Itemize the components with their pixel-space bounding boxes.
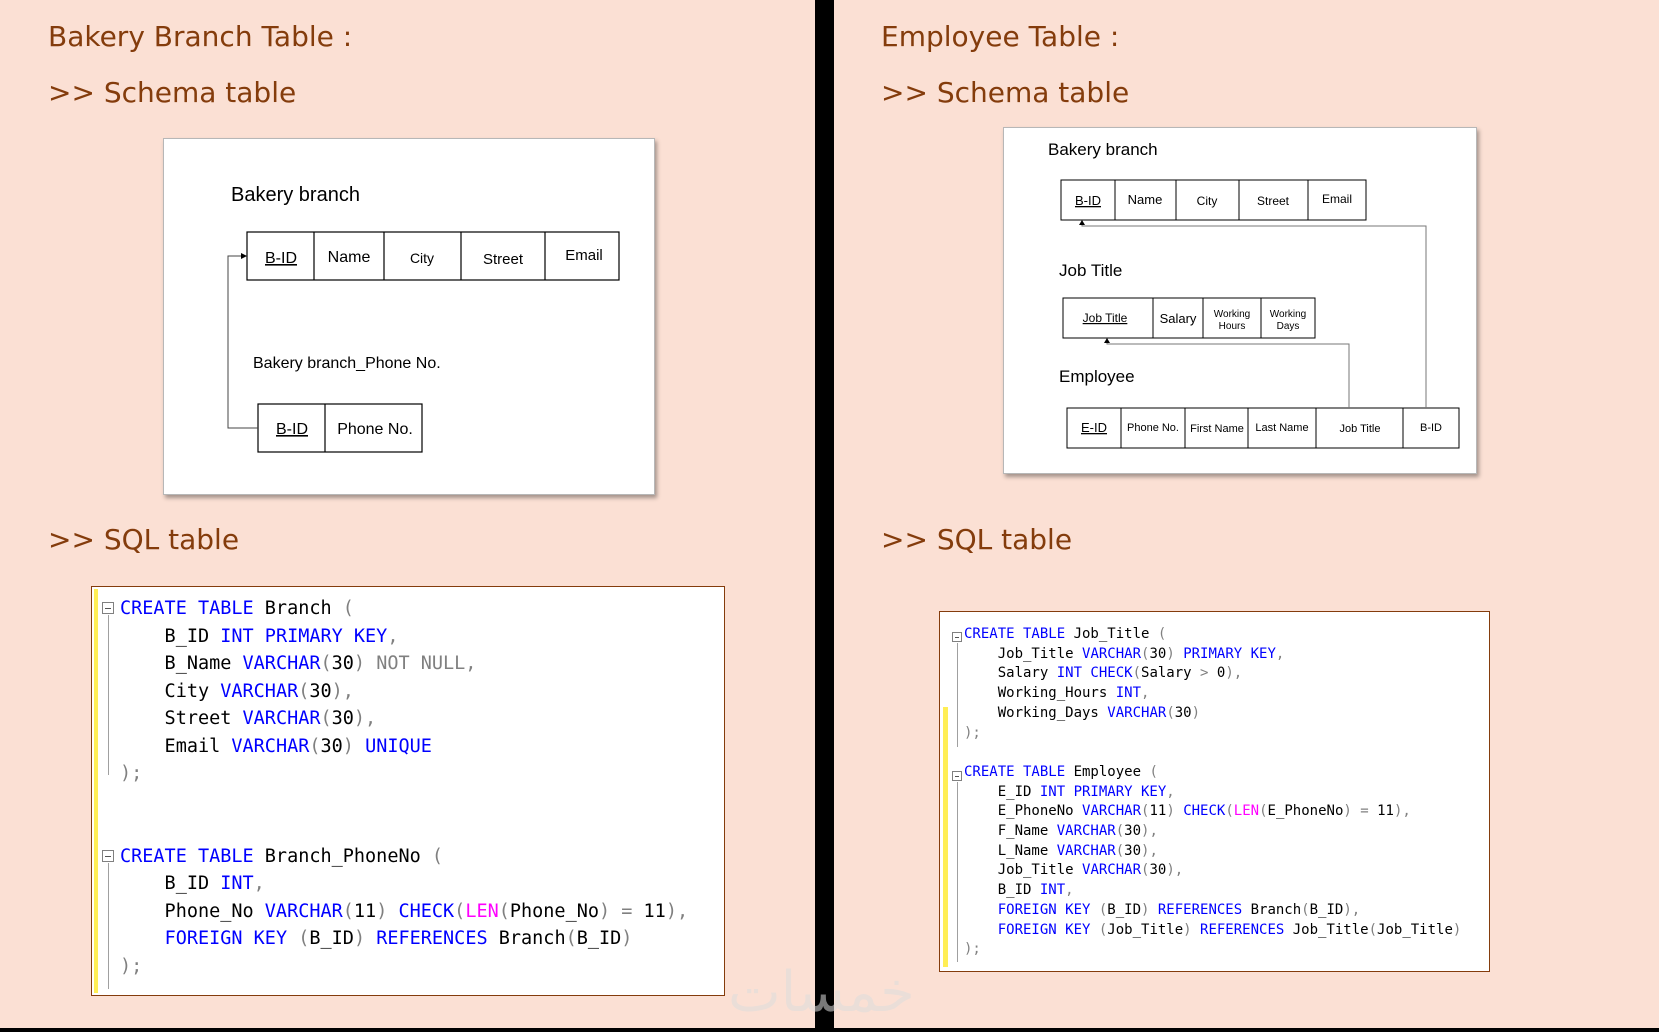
code-line: FOREIGN KEY (B_ID) REFERENCES Branch(B_I…	[164, 928, 633, 949]
right-panel: Employee Table : >> Schema table Bakery …	[834, 0, 1659, 1028]
code-line: Job_Title VARCHAR(30) PRIMARY KEY,	[964, 645, 1285, 662]
code-line: City VARCHAR(30),	[120, 680, 354, 702]
schema-col: Phone No.	[1127, 422, 1179, 434]
schema-col: B-ID	[265, 250, 297, 267]
code-line: Phone_No VARCHAR(11) CHECK(LEN(Phone_No)…	[120, 900, 689, 922]
employee-schema-diagram: Bakery branch B-ID Name City Street Emai…	[1003, 127, 1477, 474]
fk-arrow	[1106, 341, 1350, 408]
code-line: Working_Days VARCHAR(30)	[964, 704, 1201, 721]
left-schema-heading: >> Schema table	[48, 76, 297, 109]
code-line: );	[120, 763, 143, 784]
code-line: Email VARCHAR(30) UNIQUE	[120, 735, 432, 757]
code-line: CREATE TABLE Branch (	[120, 598, 354, 619]
code-line: CREATE TABLE Employee (	[964, 763, 1158, 780]
code-line: FOREIGN KEY (Job_Title) REFERENCES Job_T…	[997, 921, 1462, 938]
left-sql-heading: >> SQL table	[48, 523, 240, 556]
right-title: Employee Table :	[881, 20, 1120, 53]
schema-table1-name: Bakery branch	[1048, 140, 1158, 159]
schema-col: First Name	[1190, 423, 1244, 435]
schema-col: Street	[1257, 194, 1290, 208]
sql-code-text: CREATE TABLE Branch ( B_ID INT PRIMARY K…	[120, 595, 688, 980]
sql-code-text: CREATE TABLE Job_Title ( Job_Title VARCH…	[964, 625, 1461, 960]
schema-col: Salary	[1160, 311, 1197, 326]
schema-col: Name	[328, 249, 371, 266]
code-line: );	[964, 724, 981, 741]
schema-col: City	[410, 250, 434, 266]
right-schema-heading: >> Schema table	[881, 76, 1130, 109]
fk-arrow	[227, 255, 258, 429]
watermark-logo: خمسات	[728, 960, 915, 1025]
schema-col: Email	[565, 247, 603, 264]
schema-col: Job Title	[1340, 423, 1381, 435]
code-line: B_ID INT,	[964, 882, 1074, 899]
right-sql-heading: >> SQL table	[881, 523, 1073, 556]
code-line: E_ID INT PRIMARY KEY,	[964, 783, 1175, 800]
schema-col: Last Name	[1255, 422, 1308, 434]
code-line: B_Name VARCHAR(30) NOT NULL,	[120, 653, 477, 674]
schema-col: Email	[1322, 192, 1352, 206]
schema-col: B-ID	[276, 421, 308, 438]
schema-col: Job Title	[1083, 311, 1128, 325]
left-title: Bakery Branch Table :	[48, 20, 353, 53]
schema-col: Street	[483, 251, 524, 268]
code-line: E_PhoneNo VARCHAR(11) CHECK(LEN(E_PhoneN…	[964, 803, 1411, 820]
schema-col: Working Hours	[1214, 309, 1251, 332]
schema-col: Working Days	[1270, 309, 1307, 332]
code-line: CREATE TABLE Job_Title (	[964, 626, 1167, 642]
employee-sql-code: CREATE TABLE Job_Title ( Job_Title VARCH…	[939, 611, 1490, 972]
code-line: L_Name VARCHAR(30),	[964, 842, 1158, 859]
schema-col: E-ID	[1081, 420, 1107, 435]
code-line: F_Name VARCHAR(30),	[964, 823, 1158, 840]
branch-schema-diagram: Bakery branch B-ID Name City Street Emai…	[163, 138, 655, 495]
schema-table3-name: Employee	[1059, 367, 1135, 386]
code-line: Street VARCHAR(30),	[120, 708, 377, 729]
code-line: );	[964, 941, 981, 958]
schema-col: Phone No.	[337, 421, 413, 438]
code-line: B_ID INT,	[120, 873, 265, 894]
schema-col: B-ID	[1075, 193, 1101, 208]
branch-sql-code: CREATE TABLE Branch ( B_ID INT PRIMARY K…	[91, 586, 725, 996]
code-line: Salary INT CHECK(Salary > 0),	[964, 665, 1243, 682]
code-line: );	[120, 955, 143, 977]
left-panel: Bakery Branch Table : >> Schema table Ba…	[0, 0, 815, 1028]
code-line: CREATE TABLE Branch_PhoneNo (	[120, 845, 444, 867]
schema-table2-name: Job Title	[1059, 261, 1122, 280]
schema-col: City	[1197, 194, 1218, 208]
schema-table1-name: Bakery branch	[231, 184, 360, 206]
schema-col: Name	[1128, 192, 1163, 207]
code-line: B_ID INT PRIMARY KEY,	[120, 625, 399, 647]
code-line: FOREIGN KEY (B_ID) REFERENCES Branch(B_I…	[997, 901, 1361, 918]
schema-col: B-ID	[1420, 422, 1442, 434]
schema-table2-name: Bakery branch_Phone No.	[253, 355, 441, 372]
code-line: Working_Hours INT,	[964, 685, 1150, 702]
code-line: Job_Title VARCHAR(30),	[964, 862, 1184, 879]
